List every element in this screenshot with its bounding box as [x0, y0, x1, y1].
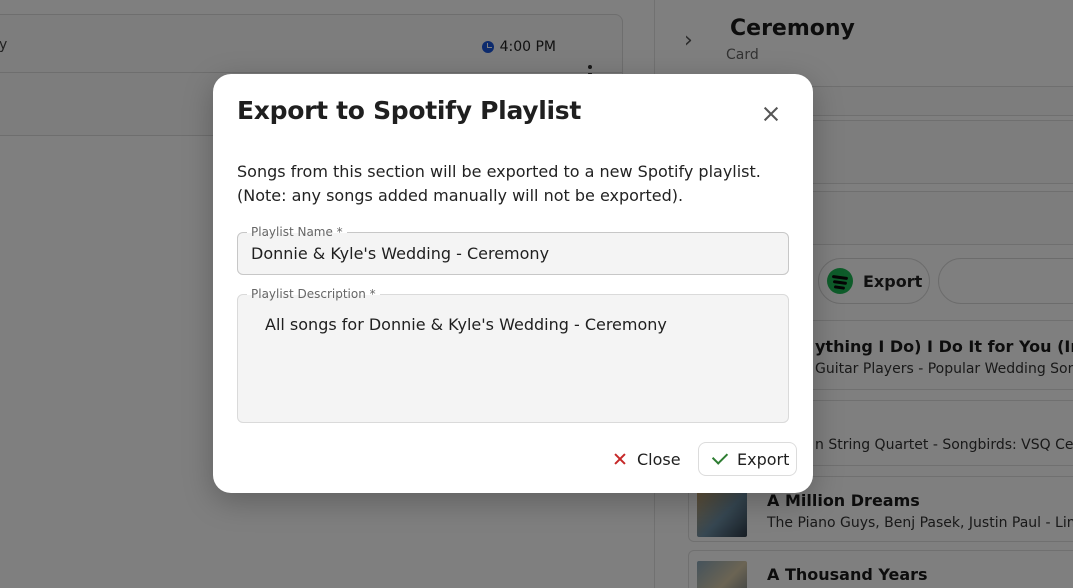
playlist-name-field[interactable]: Playlist Name * Donnie & Kyle's Wedding …	[237, 224, 789, 275]
close-button-label: Close	[637, 449, 681, 469]
export-button-label: Export	[737, 449, 790, 469]
close-button[interactable]: Close	[609, 442, 685, 476]
playlist-description-label: Playlist Description *	[247, 286, 380, 302]
playlist-description-field[interactable]: Playlist Description * All songs for Don…	[237, 286, 789, 423]
dialog-title: Export to Spotify Playlist	[237, 96, 582, 125]
export-playlist-dialog: Export to Spotify Playlist Songs from th…	[213, 74, 813, 493]
playlist-name-label: Playlist Name *	[247, 224, 347, 240]
playlist-description-input[interactable]: All songs for Donnie & Kyle's Wedding - …	[265, 315, 667, 334]
close-icon	[613, 452, 627, 466]
check-icon	[711, 448, 729, 465]
export-button[interactable]: Export	[698, 442, 797, 476]
playlist-name-input[interactable]: Donnie & Kyle's Wedding - Ceremony	[251, 244, 549, 263]
close-icon[interactable]	[757, 100, 785, 128]
dialog-description: Songs from this section will be exported…	[237, 162, 761, 205]
